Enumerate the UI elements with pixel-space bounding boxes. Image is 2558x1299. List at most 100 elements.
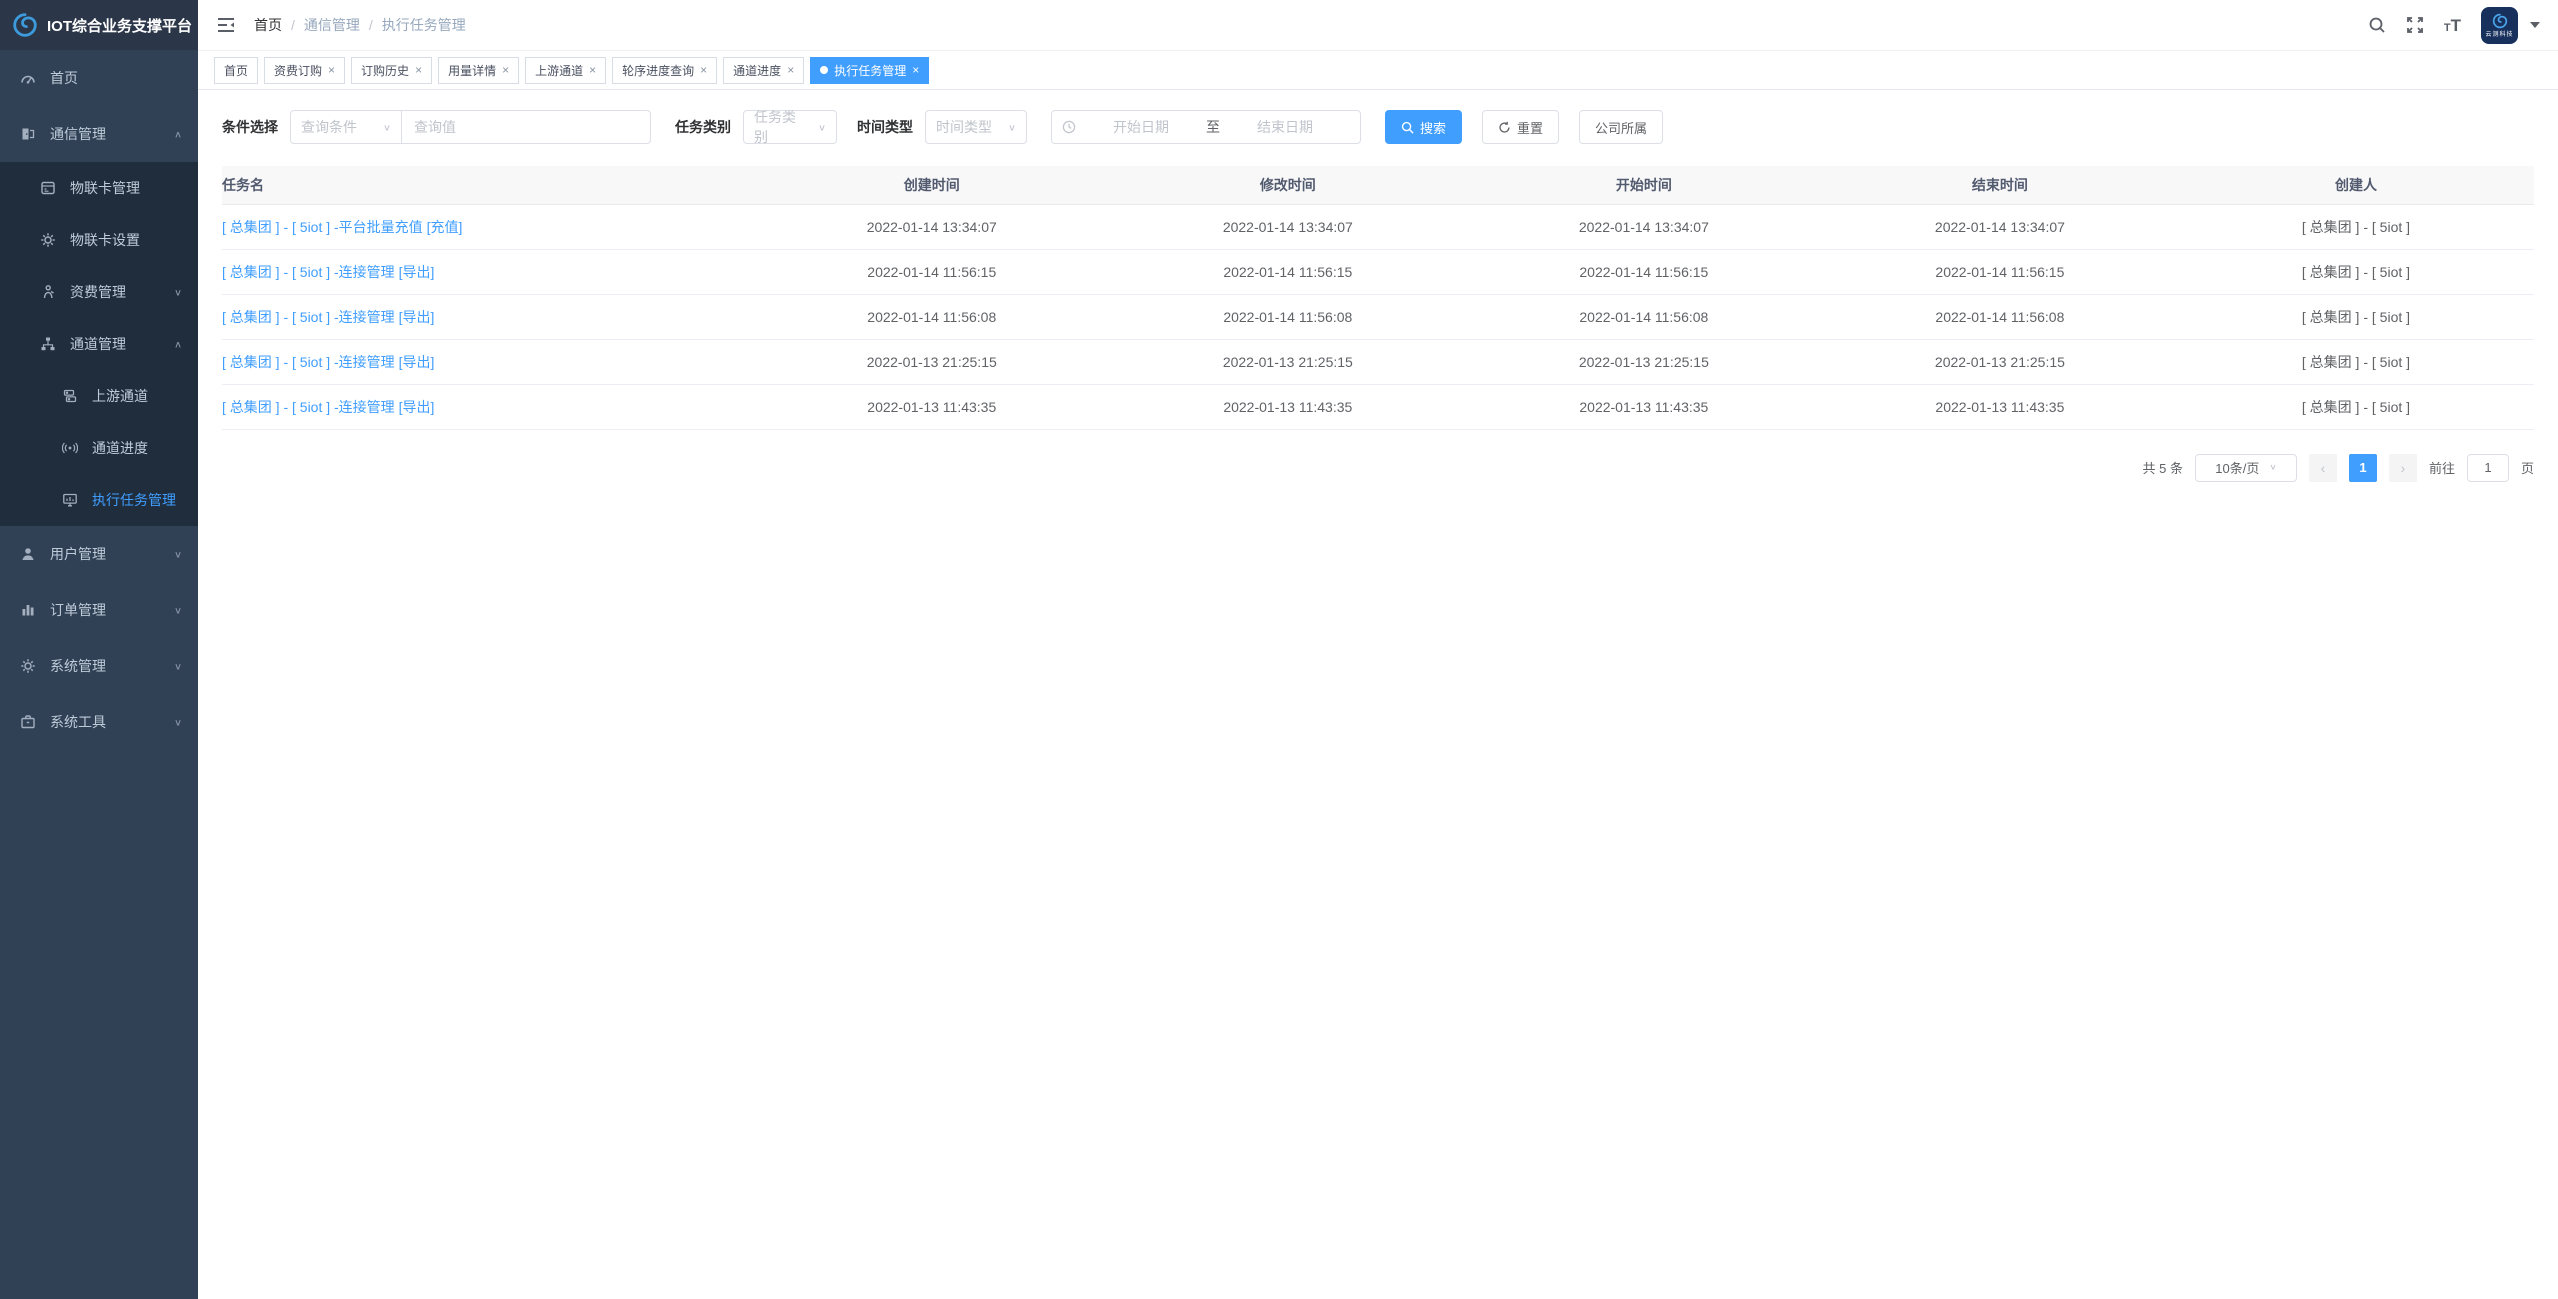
- time-type-select[interactable]: 时间类型 ∨: [925, 110, 1027, 144]
- sidebar-item-label: 用户管理: [50, 544, 106, 564]
- close-icon[interactable]: ×: [912, 64, 919, 76]
- clock-icon: [1062, 120, 1076, 134]
- app-title: IOT综合业务支撑平台: [47, 15, 192, 36]
- table-row: [ 总集团 ] - [ 5iot ] -平台批量充值 [充值] 2022-01-…: [222, 204, 2534, 249]
- tab-upstream-channel[interactable]: 上游通道 ×: [525, 57, 606, 84]
- fontsize-small-t: T: [2444, 22, 2451, 34]
- breadcrumb-home[interactable]: 首页: [254, 15, 282, 35]
- task-name-link[interactable]: [ 总集团 ] - [ 5iot ] -连接管理 [导出]: [222, 399, 434, 415]
- top-actions: TT 云测科技: [2368, 7, 2540, 44]
- sidebar-menu: 首页 通信管理 ∧ 物联卡管理 物联卡设置: [0, 50, 198, 750]
- search-button[interactable]: 搜索: [1385, 110, 1462, 144]
- tab-label: 首页: [224, 62, 248, 79]
- sidebar-item-channel-progress[interactable]: 通道进度: [0, 422, 198, 474]
- condition-select-placeholder: 查询条件: [301, 117, 357, 137]
- page-content: 条件选择 查询条件 ∨ 任务类别 任务类别 ∨ 时间类型 时间类型 ∨: [198, 90, 2558, 482]
- avatar-dropdown-caret-icon[interactable]: [2530, 22, 2540, 28]
- tab-home[interactable]: 首页: [214, 57, 258, 84]
- creator-cell: [ 总集团 ] - [ 5iot ]: [2178, 249, 2534, 294]
- goto-page-input[interactable]: [2467, 454, 2509, 482]
- sidebar-collapse-icon[interactable]: [216, 15, 236, 35]
- task-name-link[interactable]: [ 总集团 ] - [ 5iot ] -连接管理 [导出]: [222, 354, 434, 370]
- user-icon: [20, 546, 36, 562]
- breadcrumb-separator: /: [291, 17, 295, 33]
- tab-channel-progress[interactable]: 通道进度 ×: [723, 57, 804, 84]
- page-size-select[interactable]: 10条/页 ∨: [2195, 454, 2297, 482]
- tab-usage-detail[interactable]: 用量详情 ×: [438, 57, 519, 84]
- close-icon[interactable]: ×: [502, 64, 509, 76]
- start-time-cell: 2022-01-14 13:34:07: [1466, 204, 1822, 249]
- breadcrumb-communication: 通信管理: [304, 15, 360, 35]
- close-icon[interactable]: ×: [700, 64, 707, 76]
- reset-button[interactable]: 重置: [1482, 110, 1559, 144]
- sidebar-item-order-manage[interactable]: 订单管理 ∨: [0, 582, 198, 638]
- modified-time-cell: 2022-01-13 11:43:35: [1110, 384, 1466, 429]
- sidebar-item-label: 通道进度: [92, 438, 148, 458]
- tab-label: 执行任务管理: [834, 62, 906, 79]
- avatar[interactable]: 云测科技: [2481, 7, 2518, 44]
- sim-setting-icon: [40, 232, 56, 248]
- category-label: 任务类别: [675, 117, 731, 137]
- col-modified-time: 修改时间: [1110, 166, 1466, 204]
- task-name-link[interactable]: [ 总集团 ] - [ 5iot ] -平台批量充值 [充值]: [222, 219, 462, 235]
- prev-page-button[interactable]: ‹: [2309, 454, 2337, 482]
- chevron-down-icon: ∨: [174, 604, 182, 615]
- search-button-label: 搜索: [1420, 118, 1446, 137]
- sidebar-item-system-tools[interactable]: 系统工具 ∨: [0, 694, 198, 750]
- main-area: 首页 / 通信管理 / 执行任务管理 TT 云测科技 首页 资费订购: [198, 0, 2558, 482]
- sidebar-item-communication[interactable]: 通信管理 ∧: [0, 106, 198, 162]
- tab-task-manage[interactable]: 执行任务管理 ×: [810, 57, 929, 84]
- sidebar-item-task-manage[interactable]: 执行任务管理: [0, 474, 198, 526]
- company-scope-button[interactable]: 公司所属: [1579, 110, 1663, 144]
- created-time-cell: 2022-01-14 11:56:08: [754, 294, 1110, 339]
- avatar-label: 云测科技: [2485, 29, 2513, 38]
- fontsize-icon[interactable]: TT: [2444, 17, 2461, 34]
- close-icon[interactable]: ×: [415, 64, 422, 76]
- order-chart-icon: [20, 602, 36, 618]
- table-row: [ 总集团 ] - [ 5iot ] -连接管理 [导出] 2022-01-13…: [222, 339, 2534, 384]
- close-icon[interactable]: ×: [589, 64, 596, 76]
- fee-icon: [40, 284, 56, 300]
- sidebar-item-channel-manage[interactable]: 通道管理 ∧: [0, 318, 198, 370]
- sidebar-item-sim-setting[interactable]: 物联卡设置: [0, 214, 198, 266]
- fullscreen-icon[interactable]: [2406, 16, 2424, 34]
- goto-label: 前往: [2429, 458, 2455, 477]
- sidebar-item-user-manage[interactable]: 用户管理 ∨: [0, 526, 198, 582]
- tab-label: 通道进度: [733, 62, 781, 79]
- sidebar-item-system-manage[interactable]: 系统管理 ∨: [0, 638, 198, 694]
- company-scope-label: 公司所属: [1595, 118, 1647, 137]
- sidebar-item-label: 订单管理: [50, 600, 106, 620]
- category-select[interactable]: 任务类别 ∨: [743, 110, 837, 144]
- current-page-button[interactable]: 1: [2349, 454, 2377, 482]
- query-value-input[interactable]: [401, 110, 651, 144]
- task-name-link[interactable]: [ 总集团 ] - [ 5iot ] -连接管理 [导出]: [222, 264, 434, 280]
- pagination-total: 共 5 条: [2143, 458, 2183, 477]
- breadcrumb-current: 执行任务管理: [382, 15, 466, 35]
- sidebar-item-sim-manage[interactable]: 物联卡管理: [0, 162, 198, 214]
- condition-select[interactable]: 查询条件 ∨: [290, 110, 402, 144]
- time-type-select-placeholder: 时间类型: [936, 117, 992, 137]
- creator-cell: [ 总集团 ] - [ 5iot ]: [2178, 339, 2534, 384]
- search-icon[interactable]: [2368, 16, 2386, 34]
- date-range-picker[interactable]: 开始日期 至 结束日期: [1051, 110, 1361, 144]
- chevron-down-icon: ∨: [174, 716, 182, 727]
- created-time-cell: 2022-01-14 11:56:15: [754, 249, 1110, 294]
- end-time-cell: 2022-01-13 21:25:15: [1822, 339, 2178, 384]
- sidebar-item-fee-manage[interactable]: 资费管理 ∨: [0, 266, 198, 318]
- tab-rotation-progress[interactable]: 轮序进度查询 ×: [612, 57, 717, 84]
- sidebar: IOT综合业务支撑平台 首页 通信管理 ∧ 物联卡管理: [0, 0, 198, 1299]
- tab-label: 资费订购: [274, 62, 322, 79]
- close-icon[interactable]: ×: [328, 64, 335, 76]
- tab-fee-order[interactable]: 资费订购 ×: [264, 57, 345, 84]
- modified-time-cell: 2022-01-13 21:25:15: [1110, 339, 1466, 384]
- pagination: 共 5 条 10条/页 ∨ ‹ 1 › 前往 页: [222, 454, 2534, 482]
- tab-order-history[interactable]: 订购历史 ×: [351, 57, 432, 84]
- tab-label: 用量详情: [448, 62, 496, 79]
- next-page-button[interactable]: ›: [2389, 454, 2417, 482]
- communication-icon: [20, 126, 36, 142]
- sidebar-item-upstream-channel[interactable]: 上游通道: [0, 370, 198, 422]
- sim-card-icon: [40, 180, 56, 196]
- close-icon[interactable]: ×: [787, 64, 794, 76]
- task-name-link[interactable]: [ 总集团 ] - [ 5iot ] -连接管理 [导出]: [222, 309, 434, 325]
- sidebar-item-home[interactable]: 首页: [0, 50, 198, 106]
